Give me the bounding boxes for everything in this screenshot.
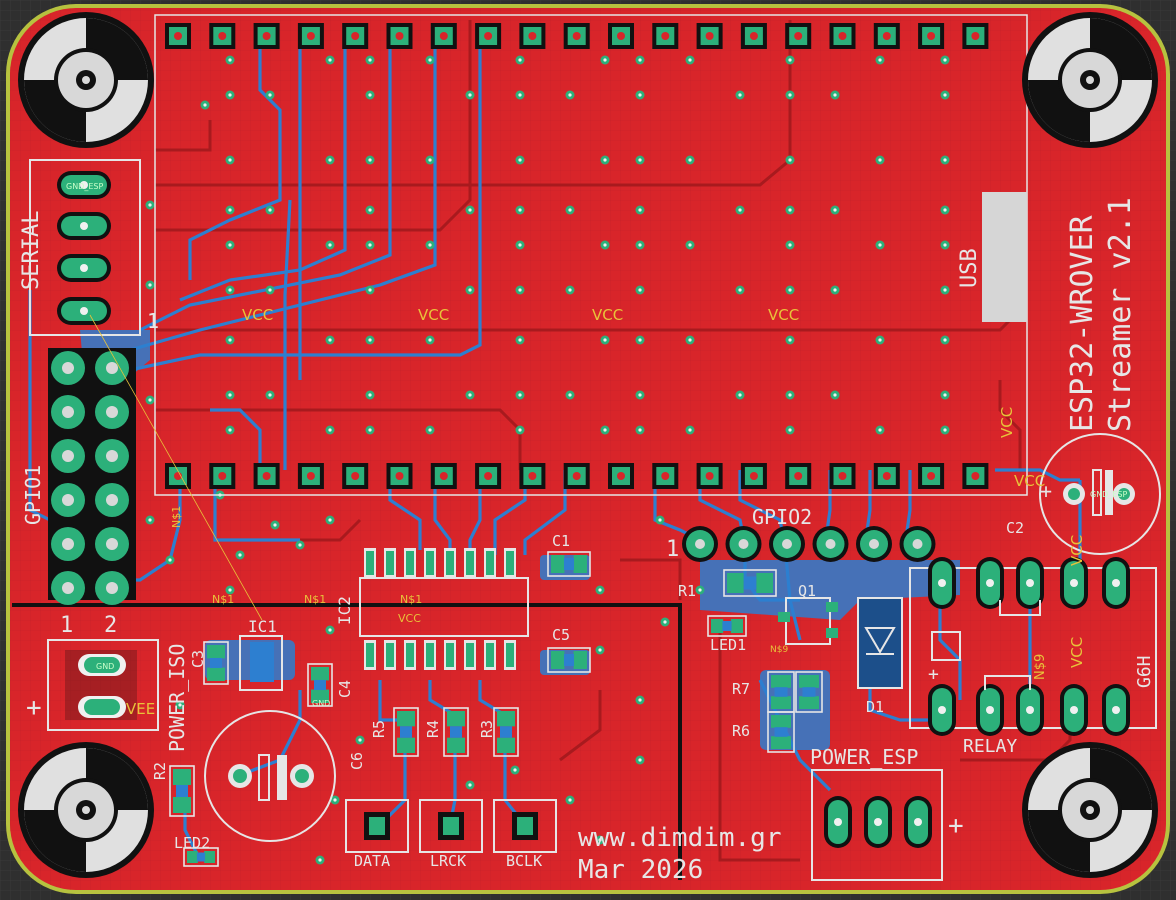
net-n1-b: N$1 bbox=[304, 593, 326, 606]
r4-label: R4 bbox=[424, 720, 442, 738]
date-label: Mar 2026 bbox=[578, 855, 703, 885]
pcb-board-view: ESP32-WROVER Streamer v2.1 www.dimdim.gr… bbox=[0, 0, 1176, 900]
led2-label: LED2 bbox=[174, 834, 210, 852]
ic1-label: IC1 bbox=[248, 617, 277, 636]
power-iso-pin1-marker: 1 bbox=[60, 613, 73, 638]
net-vcc-3: VCC bbox=[592, 306, 623, 324]
pad-gnd-esp-1: GND_ESP bbox=[66, 182, 103, 191]
net-n9-a: N$9 bbox=[1033, 654, 1048, 680]
website-label: www.dimdim.gr bbox=[578, 823, 782, 853]
relay-label: RELAY bbox=[963, 736, 1017, 757]
power-iso-label: POWER_ISO bbox=[165, 644, 189, 752]
net-vee: VEE bbox=[126, 700, 155, 718]
r1-label: R1 bbox=[678, 582, 696, 600]
gpio2-pin1-marker: 1 bbox=[666, 537, 679, 562]
d1-label: D1 bbox=[866, 698, 884, 716]
net-vcc-6: VCC bbox=[1014, 472, 1045, 490]
diode-d1 bbox=[857, 597, 903, 689]
net-vcc-2: VCC bbox=[418, 306, 449, 324]
c3-label: C3 bbox=[189, 650, 207, 668]
power-iso-plus: + bbox=[26, 693, 42, 723]
net-vcc-5: VCC bbox=[998, 407, 1016, 438]
c2-label: C2 bbox=[1006, 519, 1024, 537]
data-pad-label: DATA bbox=[354, 852, 390, 870]
c1-label: C1 bbox=[552, 532, 570, 550]
gpio1-header bbox=[48, 348, 136, 605]
q1-label: Q1 bbox=[798, 582, 816, 600]
r7-label: R7 bbox=[732, 680, 750, 698]
lrck-pad-label: LRCK bbox=[430, 852, 466, 870]
net-vcc-4: VCC bbox=[768, 306, 799, 324]
net-n1-a: N$1 bbox=[212, 593, 234, 606]
c4-label: C4 bbox=[336, 680, 354, 698]
pad-gnd-1: GND bbox=[96, 662, 114, 671]
r3-label: R3 bbox=[478, 720, 496, 738]
net-n1-c: N$1 bbox=[400, 593, 422, 606]
power-iso-pin2-marker: 2 bbox=[104, 613, 117, 638]
gpio1-label: GPIO1 bbox=[21, 465, 45, 525]
serial-label: SERIAL bbox=[19, 211, 44, 290]
net-n1-d: N$1 bbox=[170, 506, 183, 528]
led1-label: LED1 bbox=[710, 636, 746, 654]
g6h-label: G6H bbox=[1134, 655, 1155, 688]
net-vcc-7: VCC bbox=[1068, 535, 1086, 566]
c6-label: C6 bbox=[348, 752, 366, 770]
power-esp-label: POWER_ESP bbox=[810, 745, 918, 769]
r2-label: R2 bbox=[151, 762, 169, 780]
c5-label: C5 bbox=[552, 626, 570, 644]
net-vcc-9: VCC bbox=[398, 612, 421, 625]
board-title: ESP32-WROVER bbox=[1065, 214, 1100, 432]
r6-label: R6 bbox=[732, 722, 750, 740]
power-esp-plus: + bbox=[948, 811, 964, 841]
gpio2-label: GPIO2 bbox=[752, 505, 812, 529]
usb-label: USB bbox=[957, 248, 982, 288]
pad-gnd-esp-2: GND_ESP bbox=[1090, 490, 1127, 499]
net-vcc-8: VCC bbox=[1068, 637, 1086, 668]
net-vcc-1: VCC bbox=[242, 306, 273, 324]
net-n9-b: N$9 bbox=[770, 645, 788, 655]
pad-gnd-2: GND bbox=[312, 699, 330, 708]
board-subtitle: Streamer v2.1 bbox=[1103, 197, 1138, 432]
ic2-label: IC2 bbox=[335, 596, 354, 625]
serial-pin1-marker: 1 bbox=[147, 309, 159, 333]
bclk-pad-label: BCLK bbox=[506, 852, 542, 870]
relay-plus: + bbox=[928, 664, 939, 685]
r5-label: R5 bbox=[370, 720, 388, 738]
